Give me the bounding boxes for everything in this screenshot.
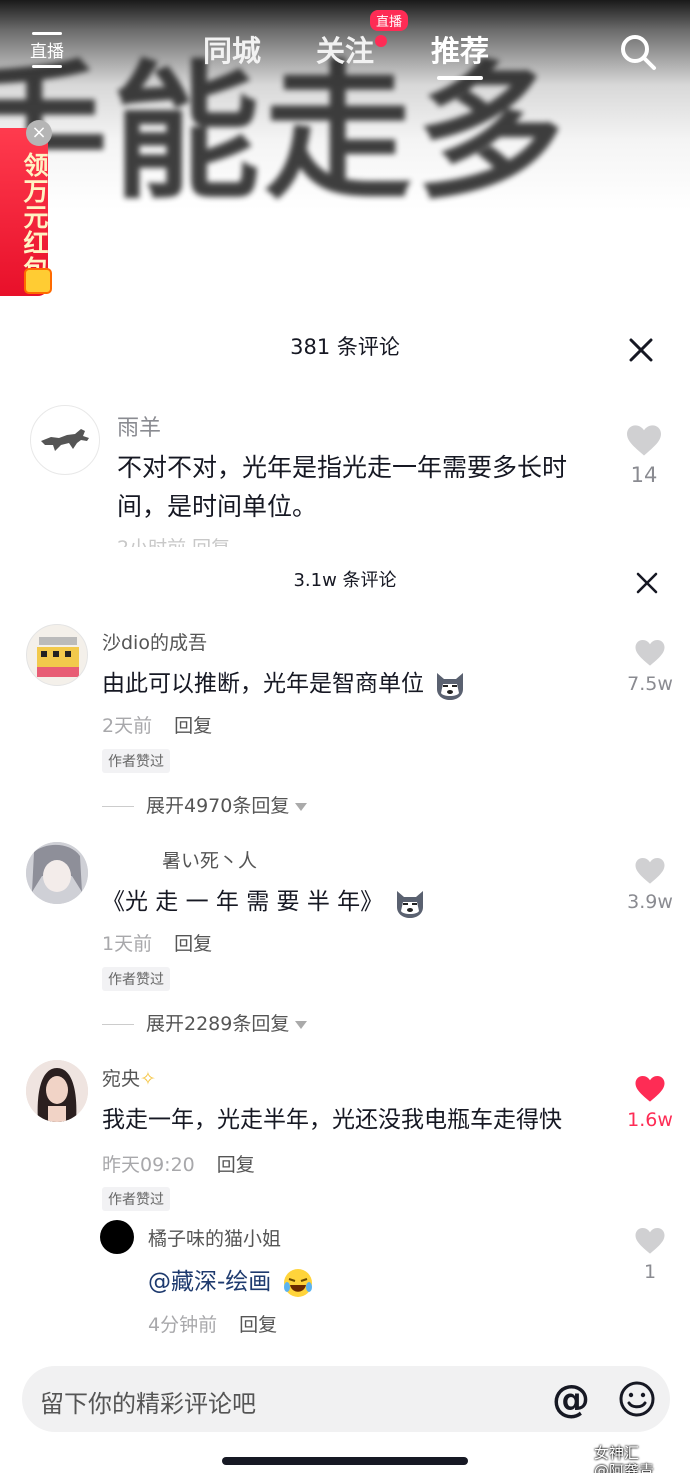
like-button[interactable]: 1 xyxy=(620,1226,680,1283)
close-icon[interactable] xyxy=(626,335,656,365)
comment-text: 《光 走 一 年 需 要 半 年》 xyxy=(102,882,427,919)
heart-filled-icon xyxy=(635,1075,665,1102)
comment-input-bar: 留下你的精彩评论吧 @ 女神汇 @阿龚青 xyxy=(0,1352,690,1473)
watermark-text: 女神汇 @阿龚青 xyxy=(594,1444,655,1473)
comment-count-title: 3.1w 条评论 xyxy=(293,570,397,591)
comment-meta: 1天前 回复 xyxy=(102,929,212,956)
comment-text: 我走一年，光走半年，光还没我电瓶车走得快 xyxy=(102,1107,562,1133)
heart-icon xyxy=(635,857,665,884)
heart-icon xyxy=(635,639,665,666)
close-icon[interactable] xyxy=(634,570,660,596)
expand-replies-button[interactable]: 展开4970条回复 xyxy=(102,791,308,818)
commenter-name[interactable]: 雨羊 xyxy=(117,410,161,442)
tab-recommend[interactable]: 推荐 xyxy=(431,28,489,80)
live-badge: 直播 xyxy=(370,10,409,31)
like-count: 1 xyxy=(643,1261,657,1283)
reply-button[interactable]: 回复 xyxy=(174,715,212,737)
comment-input-placeholder: 留下你的精彩评论吧 xyxy=(40,1390,256,1418)
like-button[interactable]: 3.9w xyxy=(620,856,680,913)
mention-link[interactable]: @藏深-绘画 xyxy=(148,1269,271,1295)
gift-icon xyxy=(24,268,52,294)
expand-replies-label: 展开2289条回复 xyxy=(146,1013,290,1035)
comment-text: 不对不对，光年是指光走一年需要多长时间，是时间单位。 xyxy=(117,453,568,521)
tab-local[interactable]: 同城 xyxy=(203,28,261,70)
comment-text-content: 由此可以推断，光年是智商单位 xyxy=(102,671,424,697)
avatar-image xyxy=(26,842,88,904)
author-liked-badge: 作者赞过 xyxy=(102,1187,170,1211)
avatar[interactable] xyxy=(26,842,88,904)
comment-panel-behind: 381 条评论 雨羊 不对不对，光年是指光走一年需要多长时间，是时间单位。 2小… xyxy=(0,305,690,550)
like-count: 3.9w xyxy=(627,891,673,913)
author-liked-badge: 作者赞过 xyxy=(102,967,170,991)
like-count: 14 xyxy=(630,463,658,487)
red-packet-label: 领万元红包 xyxy=(20,152,49,282)
husky-emoji-icon xyxy=(437,672,464,700)
close-icon[interactable]: × xyxy=(26,120,52,146)
top-navigation: 直播 同城 关注 直播 推荐 xyxy=(0,10,690,80)
comment-text-content: 《光 走 一 年 需 要 半 年》 xyxy=(102,889,384,915)
live-label: 直播 xyxy=(30,41,64,62)
laughing-emoji-icon xyxy=(283,1268,312,1297)
divider xyxy=(102,806,134,807)
reply-button[interactable]: 回复 xyxy=(217,1154,255,1176)
expand-replies-label: 展开4970条回复 xyxy=(146,795,290,817)
tab-following[interactable]: 关注 xyxy=(316,28,374,70)
emoji-icon[interactable] xyxy=(618,1380,656,1418)
sparkle-icon: ✧ xyxy=(140,1068,156,1090)
comment-meta: 2小时前 回复 xyxy=(117,533,230,547)
comment-text: 由此可以推断，光年是智商单位 xyxy=(102,664,467,701)
reply-button[interactable]: 回复 xyxy=(239,1314,277,1336)
at-mention-icon[interactable]: @ xyxy=(552,1378,590,1420)
heart-icon xyxy=(635,1227,665,1254)
comment-input[interactable]: 留下你的精彩评论吧 @ xyxy=(22,1366,670,1432)
commenter-name[interactable]: 宛央✧ xyxy=(102,1064,156,1091)
commenter-name[interactable]: 橘子味的猫小姐 xyxy=(148,1224,281,1251)
commenter-name[interactable]: 沙dio的成吾 xyxy=(102,628,207,655)
avatar[interactable] xyxy=(26,1060,88,1122)
search-icon[interactable] xyxy=(618,32,658,72)
comment-meta: 4分钟前 回复 xyxy=(148,1310,277,1337)
comment-panel: 3.1w 条评论 沙dio的成吾 由此可以推断，光年是智商单位 2天前 回复 作… xyxy=(0,552,690,1352)
avatar[interactable] xyxy=(100,1220,134,1254)
comment-time: 1天前 xyxy=(102,933,153,955)
comment-meta: 2天前 回复 xyxy=(102,711,212,738)
avatar-image xyxy=(26,1060,88,1122)
expand-replies-button[interactable]: 展开2289条回复 xyxy=(102,1009,308,1036)
heart-icon xyxy=(627,425,661,456)
comment-text: @藏深-绘画 xyxy=(148,1262,315,1299)
horse-logo-icon xyxy=(41,429,89,451)
like-count: 1.6w xyxy=(627,1109,673,1131)
comment-count-title: 381 条评论 xyxy=(290,335,400,359)
notification-dot xyxy=(375,35,387,47)
author-liked-badge: 作者赞过 xyxy=(102,749,170,773)
like-button[interactable]: 1.6w xyxy=(620,1074,680,1131)
divider xyxy=(102,1024,134,1025)
home-indicator xyxy=(222,1457,468,1465)
video-background: 手能走多 直播 同城 关注 直播 推荐 领万元红包 × xyxy=(0,0,690,310)
comment-meta: 昨天09:20 回复 xyxy=(102,1150,255,1177)
comment-time: 昨天09:20 xyxy=(102,1154,195,1176)
comment-time: 4分钟前 xyxy=(148,1314,218,1336)
chevron-down-icon xyxy=(295,1020,308,1029)
live-button[interactable]: 直播 xyxy=(24,26,70,72)
chevron-down-icon xyxy=(295,802,308,811)
reply-button[interactable]: 回复 xyxy=(174,933,212,955)
avatar[interactable] xyxy=(30,405,100,475)
commenter-name-text: 宛央 xyxy=(102,1068,141,1090)
like-count: 7.5w xyxy=(627,673,673,695)
like-button[interactable]: 7.5w xyxy=(620,638,680,695)
commenter-name[interactable]: 暑い死丶人 xyxy=(162,846,257,873)
like-button[interactable]: 14 xyxy=(624,423,664,487)
husky-emoji-icon xyxy=(396,890,423,918)
avatar-image xyxy=(37,637,79,677)
avatar[interactable] xyxy=(26,624,88,686)
comment-time: 2天前 xyxy=(102,715,153,737)
